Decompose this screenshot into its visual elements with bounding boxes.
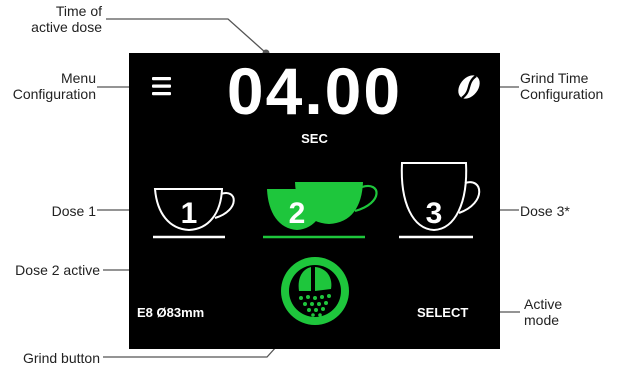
burr-info: E8 Ø83mm: [137, 305, 205, 320]
callout-dose-2-active: Dose 2 active: [15, 262, 100, 278]
grinder-display-screen: 1 2 3 04.00 SEC E8 Ø83mm SELECT: [129, 53, 500, 349]
dose-1-button[interactable]: [149, 181, 249, 239]
callout-grind-time-configuration: Grind Time Configuration: [520, 70, 604, 102]
active-mode-text: SELECT: [417, 305, 469, 320]
callout-menu-configuration: Menu Configuration: [12, 70, 96, 102]
dose-2-button[interactable]: [261, 165, 381, 237]
callout-dose-3: Dose 3*: [520, 203, 570, 219]
dose-3-button[interactable]: [397, 158, 487, 238]
active-dose-time: 04.00: [226, 54, 403, 128]
callout-time-of-active-dose: Time of active dose: [31, 3, 102, 35]
time-unit: SEC: [301, 131, 328, 146]
callout-line-time: [106, 18, 267, 54]
menu-button[interactable]: [147, 71, 175, 99]
callout-active-mode: Active mode: [524, 296, 563, 328]
grind-time-configuration-button[interactable]: [451, 67, 487, 103]
callout-grind-button: Grind button: [22, 350, 100, 366]
callout-dose-1: Dose 1: [51, 203, 96, 219]
grinder-display-diagram: Time of active dose Menu Configuration G…: [0, 0, 618, 366]
grind-button[interactable]: [279, 255, 353, 329]
